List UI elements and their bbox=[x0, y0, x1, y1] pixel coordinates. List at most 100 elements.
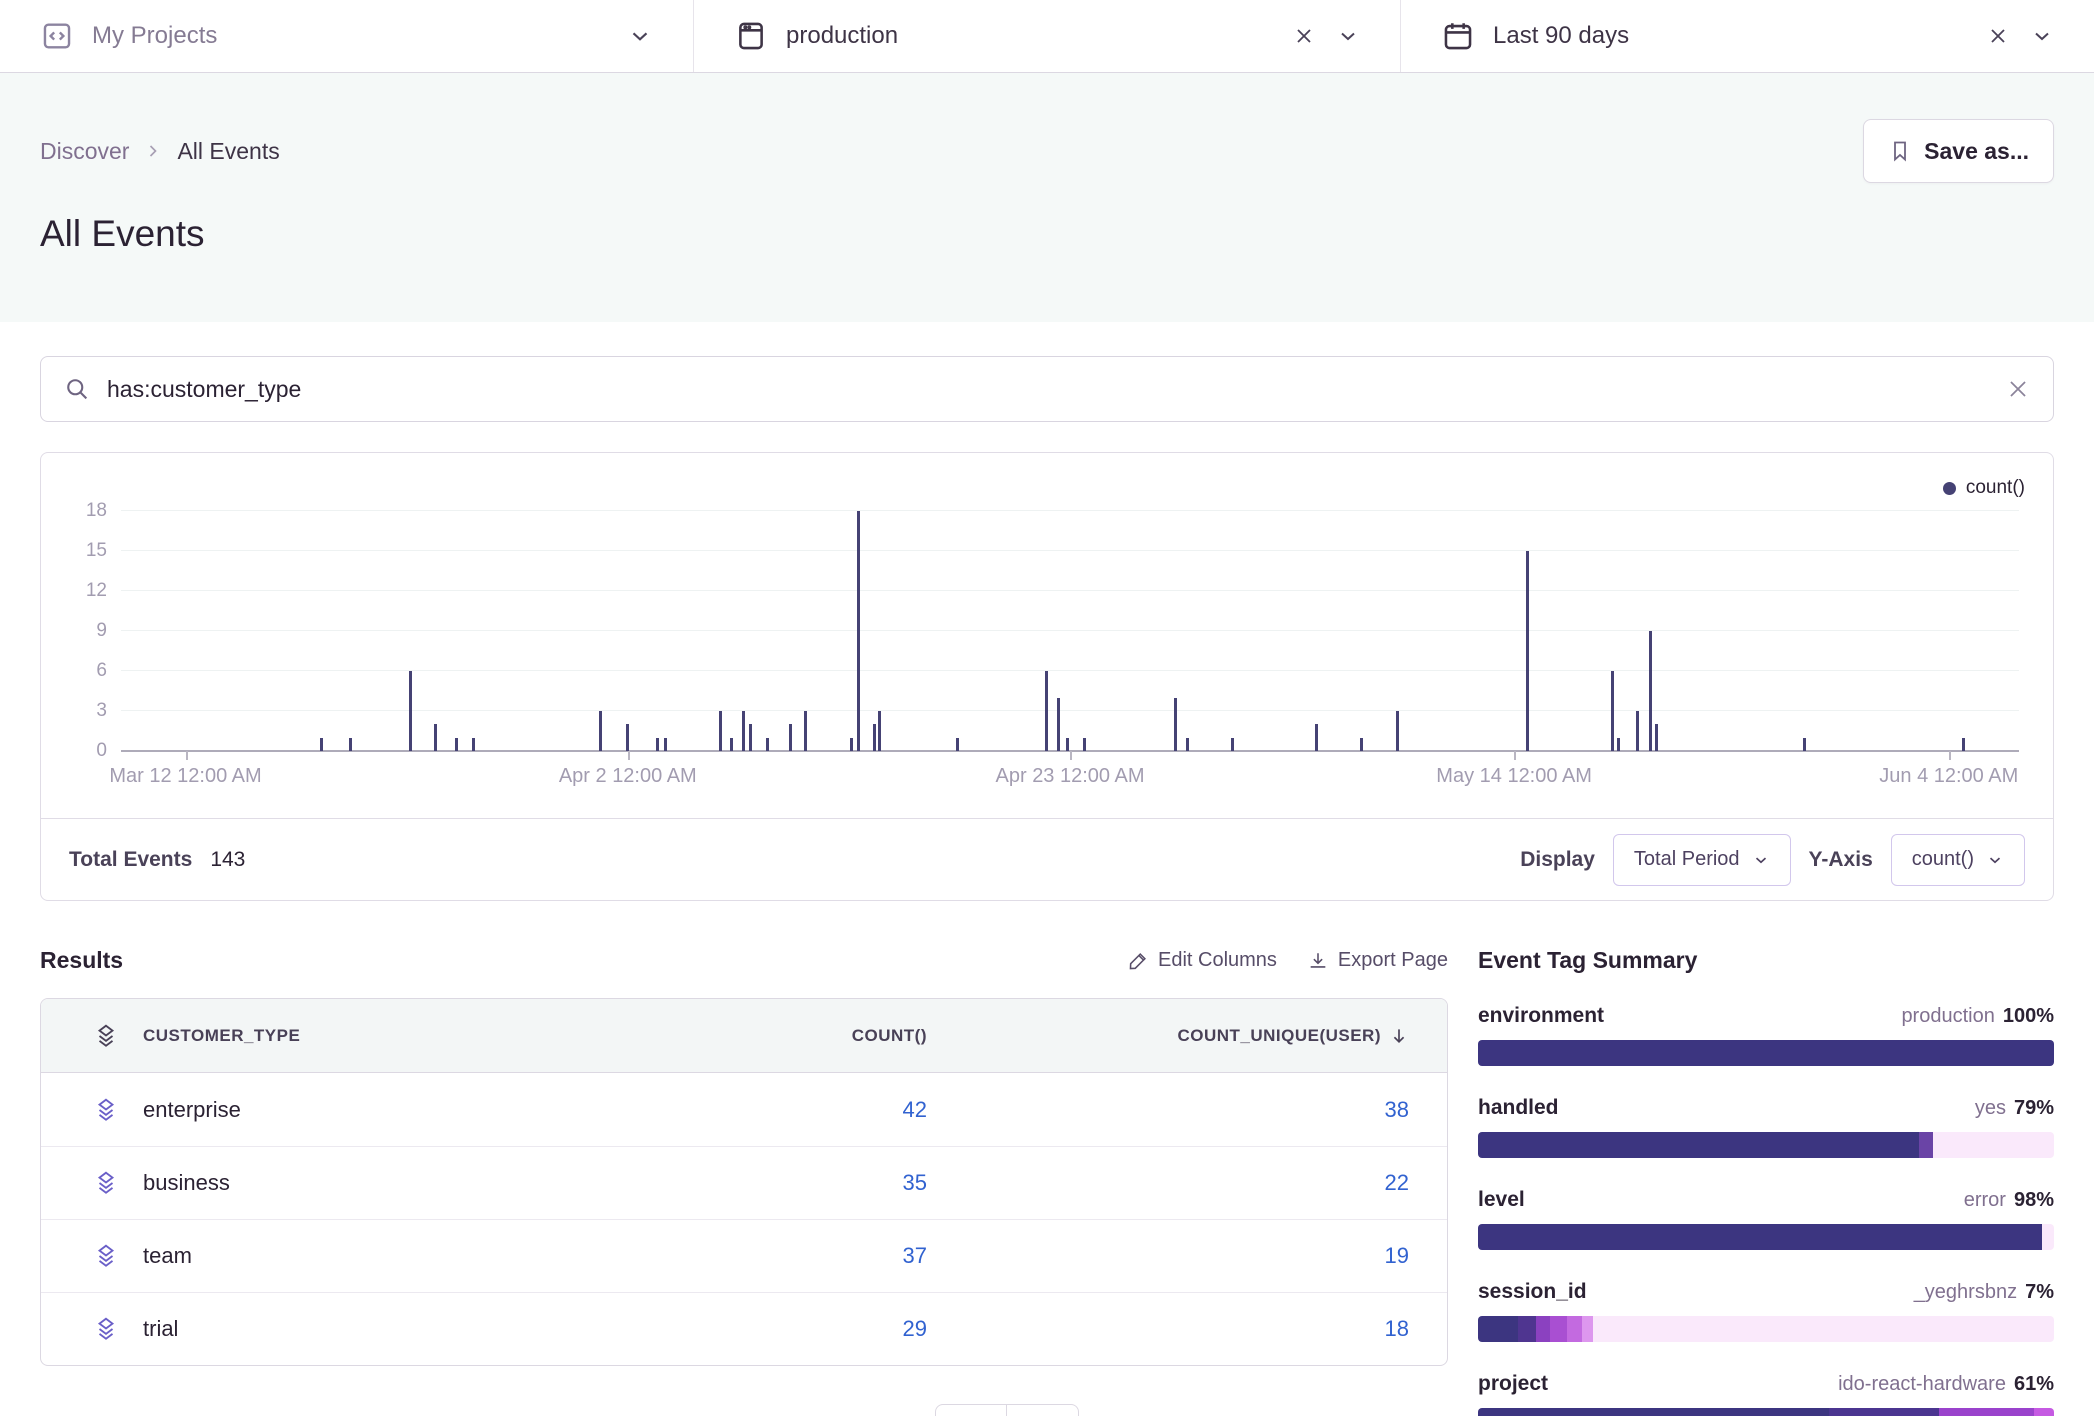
chart-bar bbox=[455, 738, 458, 751]
project-selector-label: My Projects bbox=[92, 22, 217, 50]
chart-legend[interactable]: count() bbox=[1943, 477, 2025, 499]
tag-bar-segment[interactable] bbox=[1518, 1316, 1535, 1342]
tag-distribution-bar[interactable] bbox=[1478, 1040, 2054, 1066]
tag-group: handled yes79% bbox=[1478, 1096, 2054, 1158]
tag-bar-segment[interactable] bbox=[1593, 1316, 2054, 1342]
tag-top-percentage: 61% bbox=[2014, 1373, 2054, 1395]
projects-icon bbox=[40, 19, 74, 53]
tag-name: handled bbox=[1478, 1096, 1559, 1120]
pagination-prev-button[interactable] bbox=[935, 1404, 1007, 1416]
count-unique-cell[interactable]: 18 bbox=[1385, 1316, 1409, 1342]
column-header-customer-type[interactable]: CUSTOMER_TYPE bbox=[119, 1026, 617, 1046]
chart-bar bbox=[320, 738, 323, 751]
chart-bar bbox=[664, 738, 667, 751]
display-select[interactable]: Total Period bbox=[1613, 834, 1791, 886]
save-as-button[interactable]: Save as... bbox=[1863, 119, 2054, 183]
date-range-selector[interactable]: Last 90 days bbox=[1400, 0, 2094, 72]
clear-date-range-icon[interactable] bbox=[1986, 24, 2010, 48]
count-cell[interactable]: 29 bbox=[903, 1316, 927, 1341]
chevron-down-icon bbox=[1986, 851, 2004, 869]
chart-bar bbox=[1057, 698, 1060, 751]
environment-selector[interactable]: production bbox=[693, 0, 1400, 72]
chart-bar bbox=[1649, 631, 1652, 751]
chart-bar bbox=[1083, 738, 1086, 751]
chart-bar bbox=[873, 724, 876, 751]
tag-bar-segment[interactable] bbox=[1939, 1408, 2034, 1416]
x-axis-tick-label: Jun 4 12:00 AM bbox=[1879, 765, 2018, 788]
table-row: enterprise 42 38 bbox=[41, 1073, 1447, 1146]
tag-bar-segment[interactable] bbox=[1567, 1316, 1581, 1342]
table-row: trial2918 bbox=[41, 1292, 1447, 1365]
chart-bar bbox=[1526, 551, 1529, 751]
tag-bar-segment[interactable] bbox=[1550, 1316, 1567, 1342]
chart-bar bbox=[1396, 711, 1399, 751]
count-cell[interactable]: 35 bbox=[903, 1170, 927, 1195]
customer-type-cell: enterprise bbox=[119, 1097, 617, 1123]
breadcrumb-discover[interactable]: Discover bbox=[40, 138, 129, 165]
clear-environment-icon[interactable] bbox=[1292, 24, 1316, 48]
chevron-down-icon[interactable] bbox=[2030, 24, 2054, 48]
tag-distribution-bar[interactable] bbox=[1478, 1316, 2054, 1342]
tag-bar-segment[interactable] bbox=[1829, 1408, 1938, 1416]
count-cell[interactable]: 42 bbox=[903, 1097, 927, 1122]
legend-label: count() bbox=[1966, 477, 2025, 499]
tag-bar-segment[interactable] bbox=[2034, 1408, 2054, 1416]
chart-bar bbox=[850, 738, 853, 751]
count-unique-cell[interactable]: 38 bbox=[1385, 1097, 1409, 1123]
tag-bar-segment[interactable] bbox=[1478, 1224, 2042, 1250]
y-axis-select[interactable]: count() bbox=[1891, 834, 2025, 886]
tag-bar-segment[interactable] bbox=[1478, 1132, 1919, 1158]
gridline bbox=[121, 590, 2019, 591]
x-axis-tick-label: Apr 2 12:00 AM bbox=[559, 765, 697, 788]
chart-footer: Total Events 143 Display Total Period Y-… bbox=[41, 818, 2053, 900]
results-table-header: CUSTOMER_TYPE COUNT() COUNT_UNIQUE(USER) bbox=[41, 999, 1447, 1073]
export-page-button[interactable]: Export Page bbox=[1307, 949, 1448, 972]
tag-bar-segment[interactable] bbox=[2042, 1224, 2054, 1250]
clear-search-icon[interactable] bbox=[2005, 376, 2031, 402]
column-header-count[interactable]: COUNT() bbox=[617, 1026, 927, 1046]
search-input[interactable] bbox=[107, 376, 1989, 403]
chart-bar bbox=[1636, 711, 1639, 751]
search-bar bbox=[40, 356, 2054, 422]
tag-bar-segment[interactable] bbox=[1478, 1040, 2054, 1066]
chart-bar bbox=[349, 738, 352, 751]
chevron-down-icon[interactable] bbox=[1336, 24, 1360, 48]
tag-name: session_id bbox=[1478, 1280, 1587, 1304]
tag-top-value: yes79% bbox=[1975, 1097, 2054, 1120]
tag-bar-segment[interactable] bbox=[1478, 1316, 1518, 1342]
count-unique-cell[interactable]: 22 bbox=[1385, 1170, 1409, 1196]
chart-bar bbox=[878, 711, 881, 751]
download-icon bbox=[1307, 950, 1329, 972]
events-chart-panel: count() 0369121518Mar 12 12:00 AMApr 2 1… bbox=[40, 452, 2054, 901]
tag-distribution-bar[interactable] bbox=[1478, 1224, 2054, 1250]
layers-icon bbox=[41, 1097, 119, 1123]
chart-bar bbox=[956, 738, 959, 751]
chart-bar bbox=[1174, 698, 1177, 751]
tag-bar-segment[interactable] bbox=[1582, 1316, 1594, 1342]
tag-bar-segment[interactable] bbox=[1919, 1132, 1933, 1158]
edit-columns-button[interactable]: Edit Columns bbox=[1127, 949, 1277, 972]
breadcrumb: Discover All Events bbox=[40, 138, 280, 165]
column-header-count-unique[interactable]: COUNT_UNIQUE(USER) bbox=[927, 1026, 1447, 1046]
chart-bar bbox=[409, 671, 412, 751]
y-axis-tick-label: 12 bbox=[86, 580, 107, 602]
tag-bar-segment[interactable] bbox=[1933, 1132, 2054, 1158]
tag-distribution-bar[interactable] bbox=[1478, 1132, 2054, 1158]
edit-columns-label: Edit Columns bbox=[1158, 949, 1277, 972]
count-cell[interactable]: 37 bbox=[903, 1243, 927, 1268]
pagination-next-button[interactable] bbox=[1007, 1404, 1079, 1416]
x-axis-tick bbox=[1514, 751, 1516, 760]
count-unique-cell[interactable]: 19 bbox=[1385, 1243, 1409, 1269]
chart-bar bbox=[742, 711, 745, 751]
layers-icon bbox=[41, 1243, 119, 1269]
tag-bar-segment[interactable] bbox=[1536, 1316, 1550, 1342]
table-row: business3522 bbox=[41, 1146, 1447, 1219]
chevron-down-icon[interactable] bbox=[627, 23, 653, 49]
chart-bar bbox=[1617, 738, 1620, 751]
chart-bar bbox=[719, 711, 722, 751]
search-icon bbox=[63, 375, 91, 403]
tag-bar-segment[interactable] bbox=[1478, 1408, 1829, 1416]
tag-distribution-bar[interactable] bbox=[1478, 1408, 2054, 1416]
project-selector[interactable]: My Projects bbox=[0, 0, 693, 72]
breadcrumb-current: All Events bbox=[177, 138, 279, 165]
